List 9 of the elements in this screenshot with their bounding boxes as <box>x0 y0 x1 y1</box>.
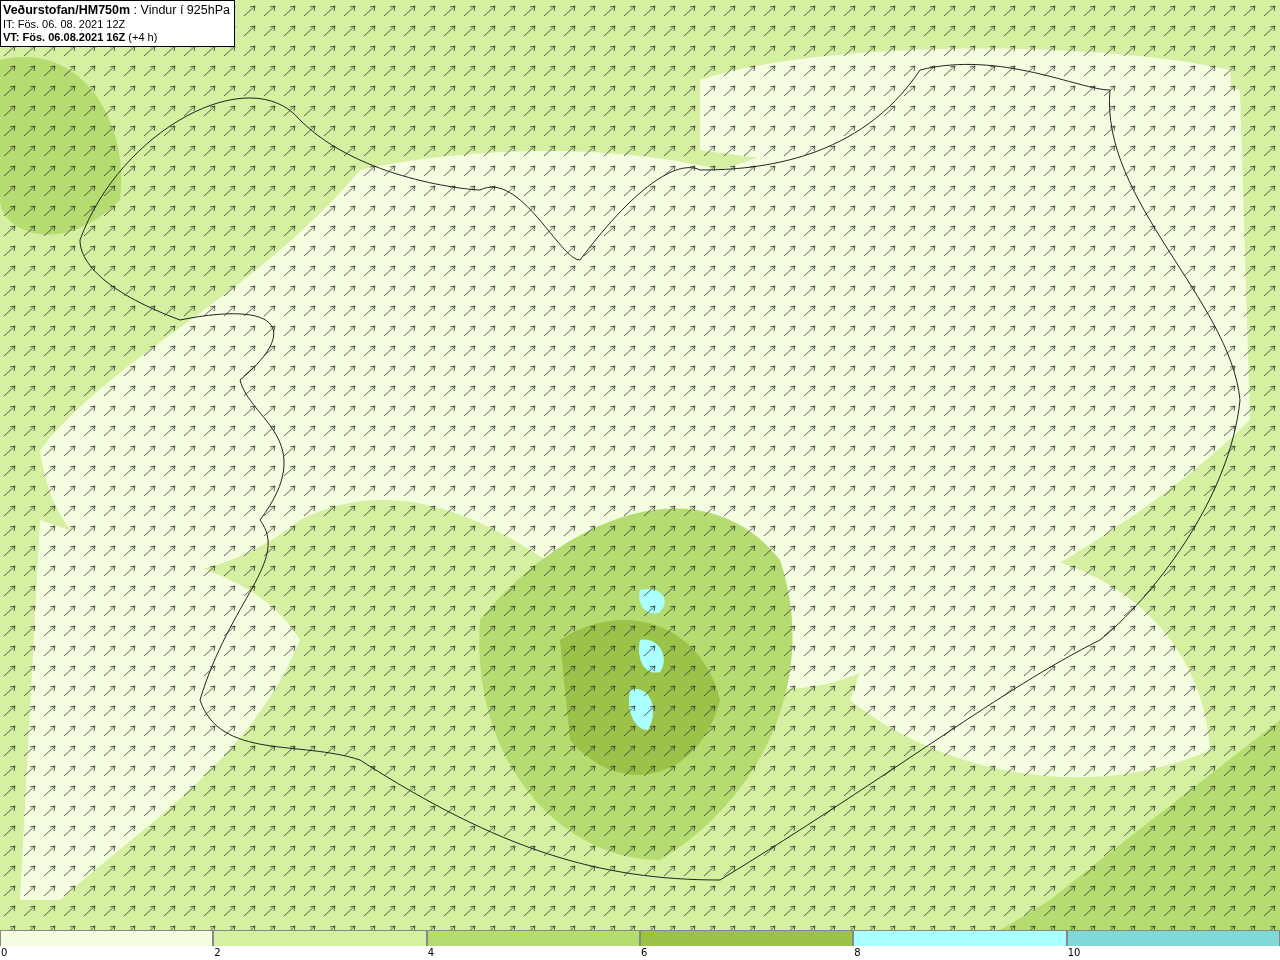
legend-label: 0 <box>0 946 8 959</box>
legend-label: 2 <box>213 946 221 959</box>
header-line: Veðurstofan/HM750m : Vindur í 925hPa <box>3 3 230 18</box>
legend-label: 10 <box>1066 946 1081 959</box>
legend-label: 8 <box>853 946 861 959</box>
legend-label: 6 <box>640 946 648 959</box>
legend-label: 4 <box>426 946 435 959</box>
header-line: IT: Fös. 06. 08. 2021 12Z <box>3 18 127 31</box>
header-line: VT: Fös. 06.08.2021 16Z (+4 h) <box>3 31 159 44</box>
